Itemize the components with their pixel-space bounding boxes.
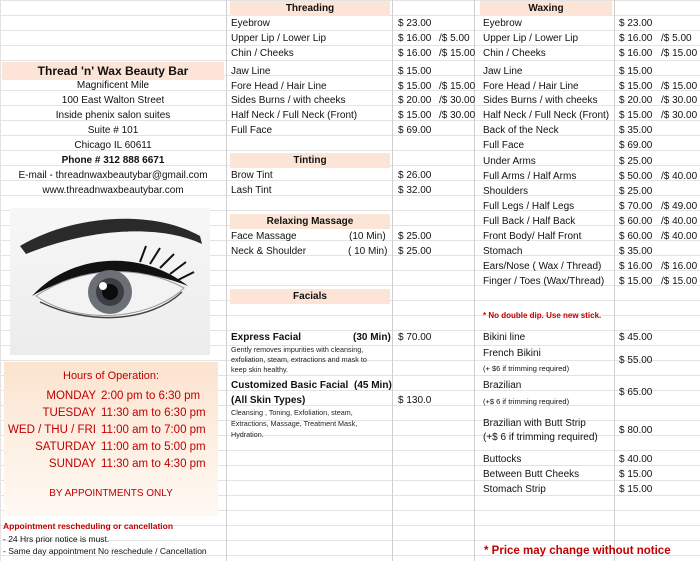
trimming-note: (+$ 6 if trimming required) <box>483 432 598 443</box>
hours-time: 11:30 am to 6:30 pm <box>101 407 206 419</box>
price-row: Back of the Neck $ 35.00 <box>483 125 653 136</box>
hours-row: SUNDAY 11:30 am to 4:30 pm <box>4 458 218 476</box>
hours-day: MONDAY <box>46 390 96 402</box>
price-row: Fore Head / Hair Line $ 15.00/$ 15.00 <box>483 81 698 92</box>
price-row: Sides Burns / with cheeks $ 20.00/$ 30.00 <box>483 95 698 106</box>
trimming-note: (+ $6 if trimming required) <box>483 364 570 373</box>
facial-description: exfoliation, steam, extractions and mask… <box>231 355 367 364</box>
address-line: Inside phenix salon suites <box>55 110 171 121</box>
price-row: Neck & Shoulder ( 10 Min) $ 25.00 <box>231 246 432 257</box>
price-row: Bikini line $ 45.00 <box>483 332 653 343</box>
price-row: Sides Burns / with cheeks $ 20.00 /$ 30.… <box>231 95 476 106</box>
hours-time: 11:00 am to 5:00 pm <box>101 441 206 453</box>
price-row: Upper Lip / Lower Lip $ 16.00 /$ 5.00 <box>231 33 470 44</box>
price-row: Upper Lip / Lower Lip $ 16.00/$ 5.00 <box>483 33 692 44</box>
price-change-note: * Price may change without notice <box>484 545 671 557</box>
price-row: Ears/Nose ( Wax / Thread) $ 16.00/$ 16.00 <box>483 261 698 272</box>
threading-header: Threading <box>230 1 390 16</box>
column-divider <box>226 0 227 561</box>
email-address: E-mail - threadnwaxbeautybar@gmail.com <box>18 170 208 181</box>
price-row: Chin / Cheeks $ 16.00 /$ 15.00 <box>231 48 476 59</box>
hours-row: MONDAY 2:00 pm to 6:30 pm <box>4 390 218 408</box>
eye-illustration <box>10 208 210 355</box>
tinting-header: Tinting <box>230 153 390 168</box>
price-row: Half Neck / Full Neck (Front) $ 15.00/$ 3… <box>483 110 698 121</box>
price-row: Eyebrow $ 23.00 <box>231 18 432 29</box>
hours-time: 2:00 pm to 6:30 pm <box>101 390 201 402</box>
facial-description: keep skin healthy. <box>231 365 289 374</box>
reschedule-note: - Same day appointment No reschedule / C… <box>3 546 207 556</box>
price-row: Eyebrow $ 23.00 <box>483 18 653 29</box>
price-row: French Bikini $ 55.00 <box>483 348 653 366</box>
address-line: 100 East Walton Street <box>61 95 165 106</box>
hours-day: SUNDAY <box>48 458 96 470</box>
price-row: Brazilian with Butt Strip $ 80.00 <box>483 418 653 436</box>
price-row: Express Facial (30 Min) $ 70.00 <box>231 332 432 343</box>
price-row: Full Face $ 69.00 <box>483 140 653 151</box>
eye-icon <box>20 218 202 319</box>
phone-number: Phone # 312 888 6671 <box>61 155 165 166</box>
hours-title: Hours of Operation: <box>63 370 159 382</box>
price-row: Jaw Line $ 15.00 <box>483 66 653 77</box>
facial-description: Hydration. <box>231 430 264 439</box>
price-row: Brazilian $ 65.00 <box>483 380 653 398</box>
price-row: Stomach $ 35.00 <box>483 246 653 257</box>
address-line: Magnificent Mile <box>76 80 150 91</box>
price-row: Full Back / Half Back $ 60.00/$ 40.00 <box>483 216 698 227</box>
hours-panel: Hours of Operation: MONDAY 2:00 pm to 6:… <box>4 362 218 516</box>
price-row: Under Arms $ 25.00 <box>483 156 653 167</box>
price-row: Stomach Strip $ 15.00 <box>483 484 653 495</box>
price-row: Full Legs / Half Legs $ 70.00/$ 49.00 <box>483 201 698 212</box>
business-info-column: Thread 'n' Wax Beauty Bar Magnificent Mi… <box>0 0 226 561</box>
price-row: (All Skin Types) $ 130.0 <box>231 395 432 406</box>
price-row: Between Butt Cheeks $ 15.00 <box>483 469 653 480</box>
hours-row: TUESDAY 11:30 am to 6:30 pm <box>4 407 218 425</box>
hours-row: SATURDAY 11:00 am to 5:00 pm <box>4 441 218 459</box>
price-row: Customized Basic Facial (45 Min) <box>231 380 392 391</box>
facial-description: Extractions, Massage, Treatment Mask, <box>231 419 358 428</box>
price-row: Full Face $ 69.00 <box>231 125 432 136</box>
price-row: Jaw Line $ 15.00 <box>231 66 432 77</box>
price-row: Shoulders $ 25.00 <box>483 186 653 197</box>
facials-header: Facials <box>230 289 390 304</box>
reschedule-note: - 24 Hrs prior notice is must. <box>3 534 110 544</box>
website-url: www.threadnwaxbeautybar.com <box>42 185 184 196</box>
hours-time: 11:30 am to 4:30 pm <box>101 458 206 470</box>
hours-row: WED / THU / FRI 11:00 am to 7:00 pm <box>4 424 218 442</box>
reschedule-title: Appointment rescheduling or cancellation <box>3 521 174 531</box>
price-row: Chin / Cheeks $ 16.00/$ 15.00 <box>483 48 698 59</box>
facial-description: Gently removes impurities with cleansing… <box>231 345 364 354</box>
price-row: Fore Head / Hair Line $ 15.00 /$ 15.00 <box>231 81 476 92</box>
price-row: Brow Tint $ 26.00 <box>231 170 432 181</box>
price-row: Buttocks $ 40.00 <box>483 454 653 465</box>
price-row: Lash Tint $ 32.00 <box>231 185 432 196</box>
price-row: Half Neck / Full Neck (Front) $ 15.00 /$… <box>231 110 476 121</box>
address-line: Chicago IL 60611 <box>74 140 152 151</box>
massage-header: Relaxing Massage <box>230 214 390 229</box>
hours-day: WED / THU / FRI <box>8 424 96 436</box>
no-double-dip-note: * No double dip. Use new stick. <box>483 311 602 320</box>
price-row: Front Body/ Half Front $ 60.00/$ 40.00 <box>483 231 698 242</box>
hours-day: TUESDAY <box>42 407 96 419</box>
hours-day: SATURDAY <box>35 441 96 453</box>
appointment-note: BY APPOINTMENTS ONLY <box>49 488 173 499</box>
address-line: Suite # 101 <box>87 125 139 136</box>
price-row: Finger / Toes (Wax/Thread) $ 15.00/$ 15.0… <box>483 276 698 287</box>
hours-time: 11:00 am to 7:00 pm <box>101 424 206 436</box>
waxing-header: Waxing <box>480 1 612 16</box>
price-row: Face Massage (10 Min) $ 25.00 <box>231 231 432 242</box>
price-row: Full Arms / Half Arms $ 50.00/$ 40.00 <box>483 171 698 182</box>
trimming-note: (+$ 6 if trimming required) <box>483 397 570 406</box>
facial-description: Cleansing , Toning, Exfoliation, steam, <box>231 408 353 417</box>
